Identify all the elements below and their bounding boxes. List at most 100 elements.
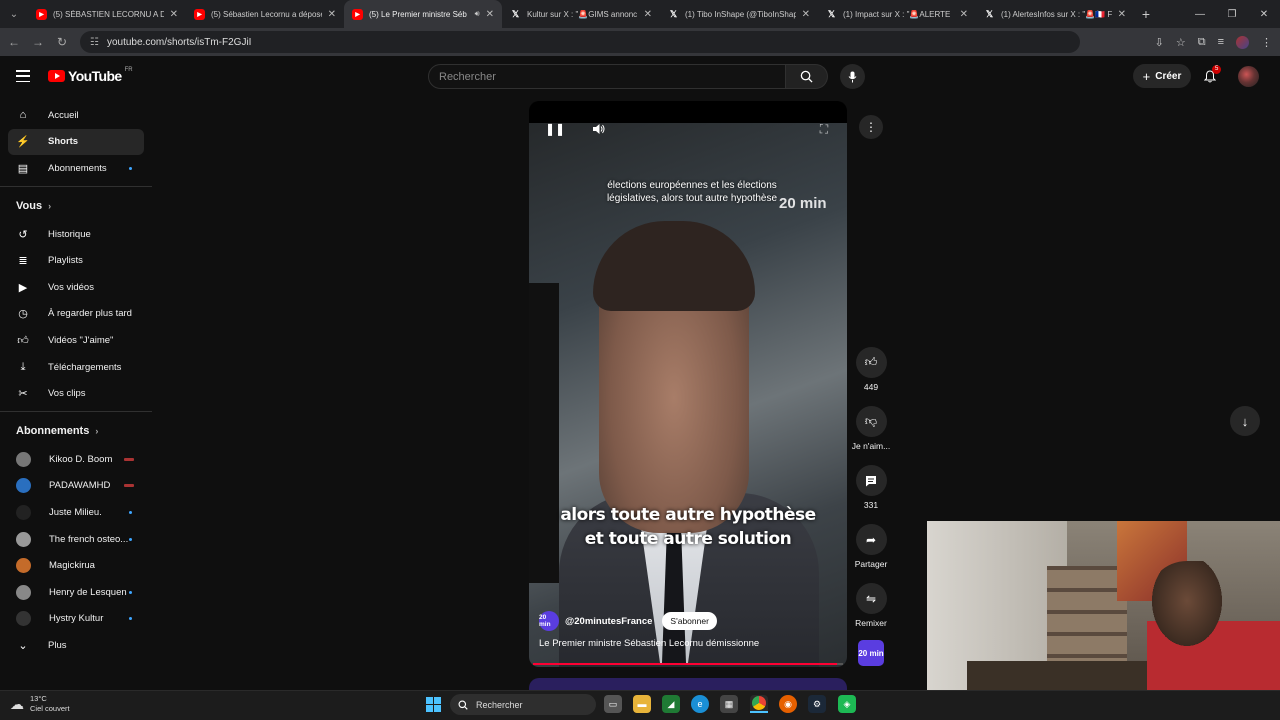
app-icon[interactable]: ◈ xyxy=(838,695,856,713)
share-button[interactable]: ➦ Partager xyxy=(849,524,893,569)
shorts-icon: ⚡ xyxy=(16,136,30,149)
store-icon[interactable]: ▦ xyxy=(720,695,738,713)
sidebar-item[interactable]: ▶ Vos vidéos xyxy=(8,274,144,301)
subscription-item[interactable]: Henry de Lesquen xyxy=(8,579,144,606)
reload-icon[interactable]: ↻ xyxy=(50,28,74,56)
sidebar-item-more[interactable]: ⌄ Plus xyxy=(8,632,144,659)
subscription-item[interactable]: The french osteo... xyxy=(8,526,144,553)
subscription-item[interactable]: Kikoo D. Boom xyxy=(8,446,144,473)
x-icon: 𝕏 xyxy=(827,8,836,19)
voice-search-button[interactable] xyxy=(840,64,865,89)
sidebar-item[interactable]: ⤓ Téléchargements xyxy=(8,354,144,381)
install-app-icon[interactable]: ⇩ xyxy=(1155,36,1164,49)
search-input[interactable]: Rechercher xyxy=(428,64,786,89)
sidebar-item[interactable]: ◷ À regarder plus tard xyxy=(8,301,144,328)
browser-tab-bar: ⌄ ▶ (5) SÉBASTIEN LECORNU A DÉM ✕ ▶ (5) Séba… xyxy=(0,0,1280,28)
chrome-icon[interactable] xyxy=(750,695,768,713)
sidebar-item[interactable]: ▤ Abonnements xyxy=(8,155,144,182)
minimize-icon[interactable]: — xyxy=(1184,0,1216,28)
firefox-icon[interactable]: ◉ xyxy=(779,695,797,713)
forward-icon[interactable]: → xyxy=(26,28,50,56)
file-explorer-icon[interactable]: ▬ xyxy=(633,695,651,713)
browser-tab[interactable]: ▶ (5) SÉBASTIEN LECORNU A DÉM ✕ xyxy=(28,0,186,28)
weather-widget[interactable]: ☁ 13°C Ciel couvert xyxy=(10,694,70,714)
tab-search-icon[interactable]: ⌄ xyxy=(0,0,28,28)
next-video-arrow-icon[interactable]: ↓ xyxy=(1230,406,1260,436)
tab-close-icon[interactable]: ✕ xyxy=(328,9,336,20)
like-button[interactable]: 👍︎ 449 xyxy=(849,347,893,392)
tab-audio-icon[interactable]: 🔊︎ xyxy=(475,9,480,19)
dislike-button[interactable]: 👎︎ Je n'aim... xyxy=(849,406,893,451)
more-options-icon[interactable]: ⋮ xyxy=(859,115,883,139)
subscription-item[interactable]: Hystry Kultur xyxy=(8,606,144,633)
reading-list-icon[interactable]: ≡ xyxy=(1218,36,1224,48)
windows-start-icon[interactable] xyxy=(426,697,441,712)
menu-icon[interactable] xyxy=(16,70,30,82)
share-label: Partager xyxy=(854,559,888,569)
channel-row: 20 min @20minutesFrance S'abonner xyxy=(539,611,717,631)
fullscreen-icon[interactable]: ⛶ xyxy=(814,121,834,137)
comments-button[interactable]: 331 xyxy=(849,465,893,510)
sidebar-section-subscriptions[interactable]: Abonnements › xyxy=(0,416,152,446)
pause-icon[interactable]: ❚❚ xyxy=(545,121,565,137)
taskbar-search[interactable]: Rechercher xyxy=(450,694,596,715)
browser-menu-icon[interactable]: ⋮ xyxy=(1261,36,1272,49)
nvidia-icon[interactable]: ◢ xyxy=(662,695,680,713)
browser-tab[interactable]: 𝕏 (1) Impact sur X : "🚨ALERTE ✕ xyxy=(818,0,976,28)
tab-close-icon[interactable]: ✕ xyxy=(802,9,810,20)
sound-channel-thumbnail[interactable]: 20 min xyxy=(858,640,884,666)
browser-tab[interactable]: 𝕏 (1) AlertesInfos sur X : "🚨🇫🇷 FL ✕ xyxy=(976,0,1134,28)
subscription-item[interactable]: Juste Milieu. xyxy=(8,499,144,526)
subscription-label: Hystry Kultur xyxy=(49,613,104,625)
new-tab-button[interactable]: + xyxy=(1134,6,1158,22)
video-title[interactable]: Le Premier ministre Sébastien Lecornu dé… xyxy=(539,638,759,649)
account-avatar[interactable] xyxy=(1238,66,1259,87)
profile-avatar[interactable] xyxy=(1236,35,1249,49)
tab-close-icon[interactable]: ✕ xyxy=(644,9,652,20)
browser-tab[interactable]: ▶ (5) Le Premier ministre Séb 🔊︎ ✕ xyxy=(344,0,502,28)
sidebar-item[interactable]: ✂ Vos clips xyxy=(8,380,144,407)
steam-icon[interactable]: ⚙ xyxy=(808,695,826,713)
restore-icon[interactable]: ❐ xyxy=(1216,0,1248,28)
tab-close-icon[interactable]: ✕ xyxy=(1118,9,1126,20)
sidebar-item[interactable]: ⚡ Shorts xyxy=(8,128,144,156)
sidebar-section-you[interactable]: Vous › xyxy=(0,191,152,221)
next-short-preview[interactable] xyxy=(529,678,847,690)
subscription-item[interactable]: PADAWAMHD xyxy=(8,473,144,500)
browser-tab[interactable]: 𝕏 (1) Tibo InShape (@TiboInShap ✕ xyxy=(660,0,818,28)
tab-close-icon[interactable]: ✕ xyxy=(486,9,494,20)
channel-avatar[interactable]: 20 min xyxy=(539,611,559,631)
notifications-button[interactable]: 5 xyxy=(1200,65,1222,86)
sidebar-item[interactable]: 👍︎ Vidéos "J'aime" xyxy=(8,327,144,354)
tab-close-icon[interactable]: ✕ xyxy=(960,9,968,20)
shorts-player[interactable]: élections européennes et les élections l… xyxy=(529,101,847,667)
volume-icon[interactable] xyxy=(588,121,608,137)
sidebar-item-label: Plus xyxy=(48,639,67,651)
search-button[interactable] xyxy=(786,64,828,89)
browser-tab[interactable]: 𝕏 Kultur sur X : "🚨GIMS annonc ✕ xyxy=(502,0,660,28)
youtube-logo[interactable]: YouTube FR xyxy=(48,67,133,84)
subscribe-button[interactable]: S'abonner xyxy=(662,612,717,630)
remix-button[interactable]: ⇋ Remixer xyxy=(849,583,893,628)
sidebar-item[interactable]: ↺ Historique xyxy=(8,221,144,248)
back-icon[interactable]: ← xyxy=(2,28,26,56)
subscription-label: PADAWAMHD xyxy=(49,480,111,492)
taskbar-search-label: Rechercher xyxy=(476,699,523,710)
extensions-icon[interactable]: ⧉ xyxy=(1198,36,1206,49)
youtube-play-icon xyxy=(48,70,65,82)
task-view-icon[interactable]: ▭ xyxy=(604,695,622,713)
edge-icon[interactable]: e xyxy=(691,695,709,713)
progress-bar[interactable] xyxy=(533,663,843,665)
browser-tab[interactable]: ▶ (5) Sébastien Lecornu a déposé ✕ xyxy=(186,0,344,28)
close-window-icon[interactable]: ✕ xyxy=(1248,0,1280,28)
video-frame[interactable]: élections européennes et les élections l… xyxy=(529,123,847,667)
create-button[interactable]: + Créer xyxy=(1133,64,1191,88)
site-info-icon[interactable]: ☷ xyxy=(90,37,99,48)
tab-close-icon[interactable]: ✕ xyxy=(170,9,178,20)
sidebar-item[interactable]: ≣ Playlists xyxy=(8,247,144,274)
sidebar-item[interactable]: ⌂ Accueil xyxy=(8,102,144,129)
subscription-item[interactable]: Magickirua xyxy=(8,552,144,579)
bookmark-star-icon[interactable]: ☆ xyxy=(1176,36,1186,49)
channel-handle[interactable]: @20minutesFrance xyxy=(565,616,652,627)
url-field[interactable]: ☷ youtube.com/shorts/isTm-F2GJiI xyxy=(80,31,1080,53)
